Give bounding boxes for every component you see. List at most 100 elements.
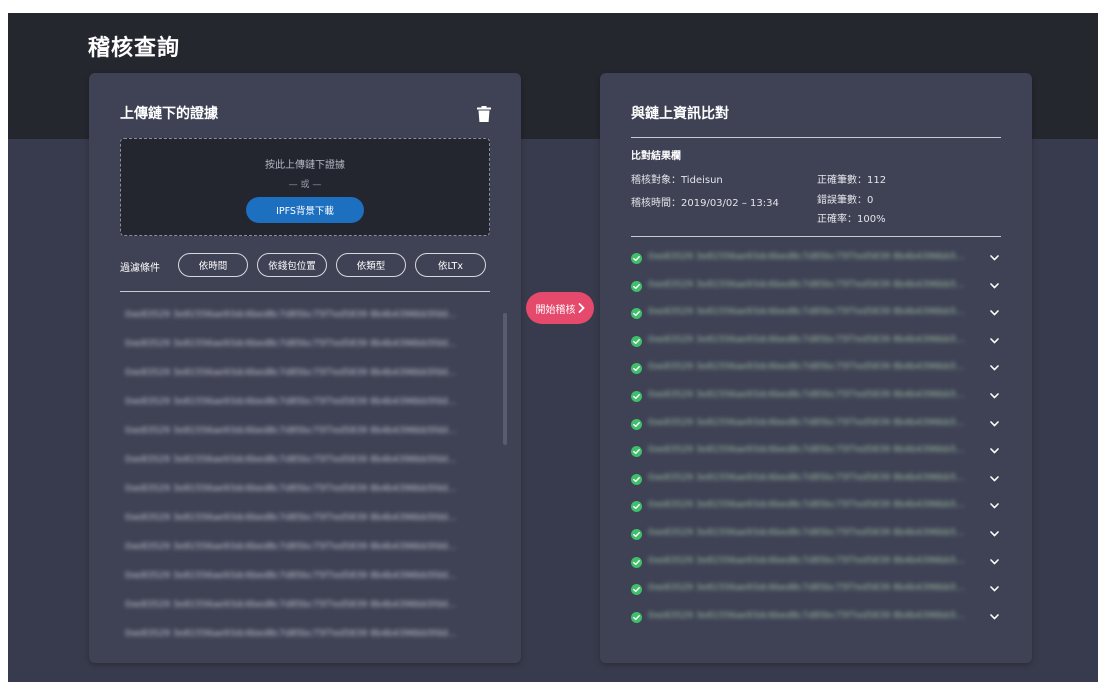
check-circle-icon xyxy=(631,501,642,513)
dropzone-hint: 按此上傳鏈下證據 xyxy=(265,160,345,171)
result-hash: 0xe83529 3e81556ae93dc6bed8c7d85bc75f7ed… xyxy=(648,417,965,428)
filter-by-wallet-button[interactable]: 依錢包位置 xyxy=(257,253,327,277)
chevron-down-icon[interactable] xyxy=(990,558,999,565)
check-circle-icon xyxy=(631,280,642,292)
list-item[interactable]: 0xe83529 3e81556ae93dc6bed8c7d85bc75f7ed… xyxy=(125,628,475,657)
chevron-down-icon[interactable] xyxy=(990,531,999,537)
chevron-down-icon[interactable] xyxy=(990,586,999,592)
result-row[interactable]: 0xe83529 3e81556ae93dc6bed8c7d85bc75f7ed… xyxy=(631,524,1006,552)
correct-count: 正確筆數：112 xyxy=(817,175,887,186)
chevron-down-icon[interactable] xyxy=(990,393,999,399)
page-title: 稽核查詢 xyxy=(88,36,181,61)
result-hash: 0xe83529 3e81556ae93dc6bed8c7d85bc75f7ed… xyxy=(648,583,965,594)
filter-by-ltx-button[interactable]: 依LTx xyxy=(415,253,486,277)
result-hash: 0xe83529 3e81556ae93dc6bed8c7d85bc75f7ed… xyxy=(648,279,965,290)
ipfs-download-button[interactable]: IPFS背景下載 xyxy=(246,197,364,223)
check-circle-icon xyxy=(631,363,642,375)
compare-card-title: 與鏈上資訊比對 xyxy=(631,106,729,122)
audit-target: 稽核對象：Tideisun xyxy=(631,175,723,186)
result-row[interactable]: 0xe83529 3e81556ae93dc6bed8c7d85bc75f7ed… xyxy=(631,248,1006,276)
app-window: 稽核查詢 上傳鏈下的證據 按此上傳鏈下證據 — 或 — IPFS背景下載 過濾條… xyxy=(8,13,1098,682)
chevron-down-icon[interactable] xyxy=(990,503,999,509)
chevron-right-icon xyxy=(578,303,585,313)
chevron-down-icon[interactable] xyxy=(990,475,999,482)
list-item[interactable]: 0xe83529 3e81556ae93dc6bed8c7d85bc75f7ed… xyxy=(125,425,475,454)
start-audit-button[interactable]: 開始稽核 xyxy=(526,292,594,324)
result-row[interactable]: 0xe83529 3e81556ae93dc6bed8c7d85bc75f7ed… xyxy=(631,552,1006,580)
error-count: 錯誤筆數：0 xyxy=(817,195,874,206)
chevron-down-icon[interactable] xyxy=(990,613,999,620)
result-row[interactable]: 0xe83529 3e81556ae93dc6bed8c7d85bc75f7ed… xyxy=(631,579,1006,607)
check-circle-icon xyxy=(631,584,642,596)
list-item[interactable]: 0xe83529 3e81556ae93dc6bed8c7d85bc75f7ed… xyxy=(125,338,475,367)
result-hash: 0xe83529 3e81556ae93dc6bed8c7d85bc75f7ed… xyxy=(648,500,965,511)
result-hash: 0xe83529 3e81556ae93dc6bed8c7d85bc75f7ed… xyxy=(648,362,965,373)
start-audit-label: 開始稽核 xyxy=(535,304,576,316)
list-item[interactable]: 0xe83529 3e81556ae93dc6bed8c7d85bc75f7ed… xyxy=(125,512,475,541)
chevron-down-icon[interactable] xyxy=(990,420,999,427)
result-row[interactable]: 0xe83529 3e81556ae93dc6bed8c7d85bc75f7ed… xyxy=(631,331,1006,359)
check-circle-icon xyxy=(631,308,642,320)
evidence-list: 0xe83529 3e81556ae93dc6bed8c7d85bc75f7ed… xyxy=(125,309,475,657)
list-scrollbar[interactable] xyxy=(503,313,507,445)
filter-row: 過濾條件 依時間 依錢包位置 依類型 依LTx xyxy=(120,253,500,277)
result-row[interactable]: 0xe83529 3e81556ae93dc6bed8c7d85bc75f7ed… xyxy=(631,303,1006,331)
list-item[interactable]: 0xe83529 3e81556ae93dc6bed8c7d85bc75f7ed… xyxy=(125,309,475,338)
result-row[interactable]: 0xe83529 3e81556ae93dc6bed8c7d85bc75f7ed… xyxy=(631,496,1006,524)
audit-time: 稽核時間：2019/03/02 – 13:34 xyxy=(631,198,779,209)
check-circle-icon xyxy=(631,253,642,264)
check-circle-icon xyxy=(631,556,642,568)
list-item[interactable]: 0xe83529 3e81556ae93dc6bed8c7d85bc75f7ed… xyxy=(125,454,475,483)
divider xyxy=(631,137,1001,138)
evidence-upload-card: 上傳鏈下的證據 按此上傳鏈下證據 — 或 — IPFS背景下載 過濾條件 依時間… xyxy=(89,73,521,663)
chain-compare-card: 與鏈上資訊比對 比對結果欄 稽核對象：Tideisun 稽核時間：2019/03… xyxy=(600,73,1032,663)
check-circle-icon xyxy=(631,528,642,540)
result-row[interactable]: 0xe83529 3e81556ae93dc6bed8c7d85bc75f7ed… xyxy=(631,469,1006,497)
result-list: 0xe83529 3e81556ae93dc6bed8c7d85bc75f7ed… xyxy=(631,248,1006,634)
trash-icon[interactable] xyxy=(477,106,491,122)
chevron-down-icon[interactable] xyxy=(990,337,999,344)
upload-card-title: 上傳鏈下的證據 xyxy=(120,106,218,122)
check-circle-icon xyxy=(631,611,642,623)
result-hash: 0xe83529 3e81556ae93dc6bed8c7d85bc75f7ed… xyxy=(648,334,965,345)
filter-by-type-button[interactable]: 依類型 xyxy=(336,253,406,277)
check-circle-icon xyxy=(631,335,642,347)
result-row[interactable]: 0xe83529 3e81556ae93dc6bed8c7d85bc75f7ed… xyxy=(631,276,1006,304)
divider xyxy=(631,236,1001,237)
filter-by-time-button[interactable]: 依時間 xyxy=(178,253,248,277)
result-row[interactable]: 0xe83529 3e81556ae93dc6bed8c7d85bc75f7ed… xyxy=(631,607,1006,635)
result-row[interactable]: 0xe83529 3e81556ae93dc6bed8c7d85bc75f7ed… xyxy=(631,358,1006,386)
result-hash: 0xe83529 3e81556ae93dc6bed8c7d85bc75f7ed… xyxy=(648,555,965,566)
chevron-down-icon[interactable] xyxy=(990,365,999,371)
result-row[interactable]: 0xe83529 3e81556ae93dc6bed8c7d85bc75f7ed… xyxy=(631,386,1006,414)
result-hash: 0xe83529 3e81556ae93dc6bed8c7d85bc75f7ed… xyxy=(648,307,965,318)
check-circle-icon xyxy=(631,390,642,402)
result-heading: 比對結果欄 xyxy=(631,151,681,162)
filter-label: 過濾條件 xyxy=(120,263,160,274)
chevron-down-icon[interactable] xyxy=(990,448,999,454)
result-hash: 0xe83529 3e81556ae93dc6bed8c7d85bc75f7ed… xyxy=(648,389,965,400)
check-circle-icon xyxy=(631,473,642,485)
list-item[interactable]: 0xe83529 3e81556ae93dc6bed8c7d85bc75f7ed… xyxy=(125,483,475,512)
result-row[interactable]: 0xe83529 3e81556ae93dc6bed8c7d85bc75f7ed… xyxy=(631,414,1006,442)
accuracy-rate: 正確率：100% xyxy=(817,214,886,225)
chevron-down-icon[interactable] xyxy=(990,310,999,316)
list-item[interactable]: 0xe83529 3e81556ae93dc6bed8c7d85bc75f7ed… xyxy=(125,541,475,570)
check-circle-icon xyxy=(631,418,642,430)
chevron-down-icon[interactable] xyxy=(990,282,999,289)
result-hash: 0xe83529 3e81556ae93dc6bed8c7d85bc75f7ed… xyxy=(648,527,965,538)
result-hash: 0xe83529 3e81556ae93dc6bed8c7d85bc75f7ed… xyxy=(648,445,965,456)
list-item[interactable]: 0xe83529 3e81556ae93dc6bed8c7d85bc75f7ed… xyxy=(125,570,475,599)
list-item[interactable]: 0xe83529 3e81556ae93dc6bed8c7d85bc75f7ed… xyxy=(125,599,475,628)
check-circle-icon xyxy=(631,446,642,458)
result-hash: 0xe83529 3e81556ae93dc6bed8c7d85bc75f7ed… xyxy=(648,252,965,262)
chevron-down-icon[interactable] xyxy=(990,255,999,261)
result-row[interactable]: 0xe83529 3e81556ae93dc6bed8c7d85bc75f7ed… xyxy=(631,441,1006,469)
upload-dropzone[interactable]: 按此上傳鏈下證據 — 或 — IPFS背景下載 xyxy=(120,138,490,236)
list-item[interactable]: 0xe83529 3e81556ae93dc6bed8c7d85bc75f7ed… xyxy=(125,367,475,396)
result-hash: 0xe83529 3e81556ae93dc6bed8c7d85bc75f7ed… xyxy=(648,610,965,621)
result-hash: 0xe83529 3e81556ae93dc6bed8c7d85bc75f7ed… xyxy=(648,472,965,483)
divider xyxy=(120,291,490,292)
dropzone-or-separator: — 或 — xyxy=(288,180,322,190)
list-item[interactable]: 0xe83529 3e81556ae93dc6bed8c7d85bc75f7ed… xyxy=(125,396,475,425)
